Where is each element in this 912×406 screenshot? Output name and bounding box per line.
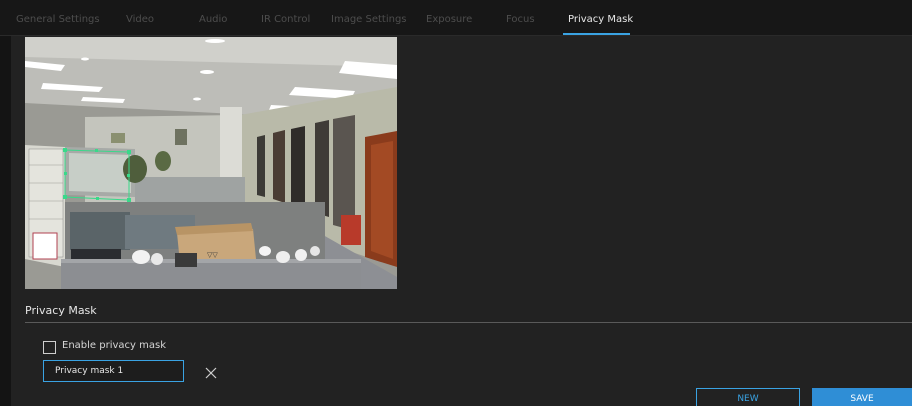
tab-focus[interactable]: Focus [506,0,535,36]
privacy-mask-settings-page: General Settings Video Audio IR Control … [0,0,912,406]
close-icon[interactable] [205,367,217,379]
tab-audio[interactable]: Audio [199,0,227,36]
settings-tab-bar: General Settings Video Audio IR Control … [0,0,912,36]
new-mask-button[interactable]: NEW [696,388,800,406]
enable-privacy-mask-checkbox[interactable] [43,341,56,354]
privacy-mask-name-input[interactable] [43,360,184,382]
enable-privacy-mask-label[interactable]: Enable privacy mask [62,340,166,351]
left-panel-edge [0,36,11,406]
camera-preview-image: ▽▽ [25,37,397,289]
camera-preview[interactable]: ▽▽ [25,37,397,289]
tab-video[interactable]: Video [126,0,154,36]
svg-text:▽▽: ▽▽ [207,251,218,259]
tab-ir-control[interactable]: IR Control [261,0,310,36]
save-button[interactable]: SAVE [812,388,912,406]
active-tab-indicator [563,33,630,35]
tab-privacy-mask[interactable]: Privacy Mask [568,0,633,36]
section-title: Privacy Mask [25,304,97,317]
section-divider [25,322,912,323]
tab-image-settings[interactable]: Image Settings [331,0,407,36]
tab-exposure[interactable]: Exposure [426,0,472,36]
tab-general-settings[interactable]: General Settings [16,0,100,36]
